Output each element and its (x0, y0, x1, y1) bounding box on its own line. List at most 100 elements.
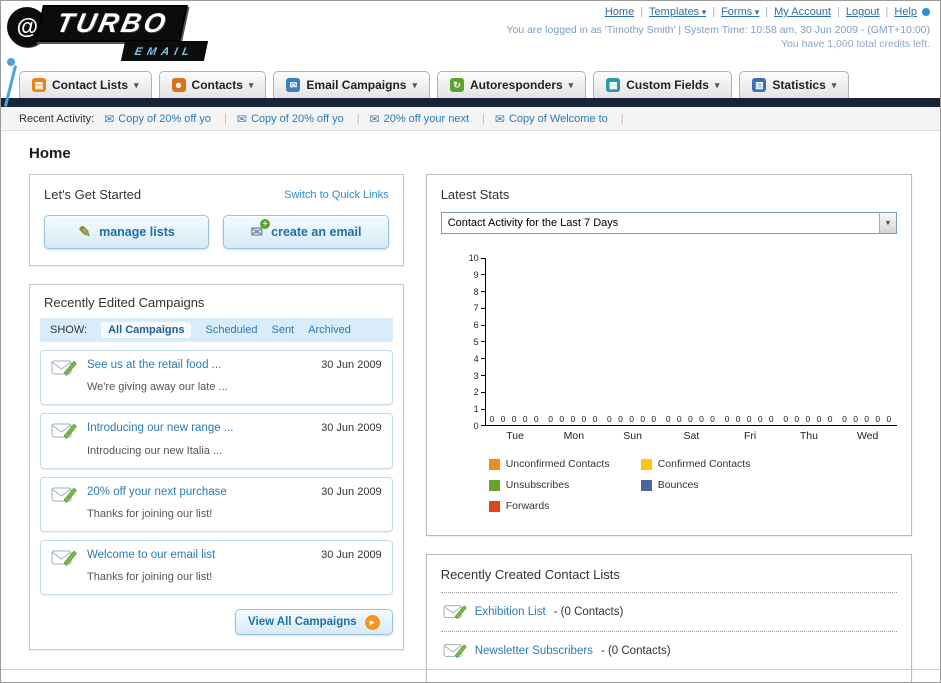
recent-activity-link[interactable]: Copy of 20% off yo (251, 113, 344, 125)
tab-statistics[interactable]: ▥ Statistics ▾ (739, 71, 850, 98)
recent-activity-item[interactable]: ✉ 20% off your next (370, 112, 485, 126)
create-email-button[interactable]: ✉ + create an email (223, 215, 389, 249)
tab-custom-fields[interactable]: ▦ Custom Fields ▾ (593, 71, 733, 98)
y-tick: 1 (474, 404, 485, 414)
tab-email-campaigns[interactable]: ✉ Email Campaigns ▾ (273, 71, 430, 98)
turbo-email-logo: @ TURBO EMAIL (5, 3, 255, 61)
pencil-icon: ✎ (78, 224, 92, 241)
top-nav-help[interactable]: Help (894, 6, 917, 18)
left-column: Let's Get Started Switch to Quick Links … (29, 174, 404, 650)
arrow-right-icon (364, 614, 380, 630)
campaign-list-item[interactable]: 20% off your next purchase Thanks for jo… (40, 476, 393, 532)
nav-separator: | (712, 6, 716, 18)
campaign-title-link[interactable]: See us at the retail food ... (87, 357, 311, 374)
top-nav-templates[interactable]: Templates (649, 6, 706, 18)
tab-autoresponders[interactable]: ↻ Autoresponders ▾ (436, 71, 587, 98)
campaign-list-item[interactable]: Introducing our new range ... Introducin… (40, 413, 393, 469)
filter-sent[interactable]: Sent (271, 324, 294, 336)
chevron-down-icon: ▾ (412, 79, 417, 90)
envelope-pencil-icon (51, 487, 77, 503)
filter-all-campaigns[interactable]: All Campaigns (101, 322, 192, 338)
envelope-pencil-icon (51, 550, 77, 566)
campaign-title-link[interactable]: 20% off your next purchase (87, 484, 311, 501)
campaign-subject: Introducing our new Italia ... (87, 444, 223, 457)
chart-value-group: 0 0 0 0 0 (842, 414, 894, 424)
recent-activity-link[interactable]: 20% off your next (384, 113, 469, 125)
credits-remaining-text: You have 1,000 total credits left. (780, 38, 930, 50)
y-tick: 2 (474, 387, 485, 397)
top-nav-logout[interactable]: Logout (846, 6, 880, 18)
y-tick: 7 (474, 303, 485, 313)
envelope-pencil-icon (443, 644, 467, 659)
campaign-title-link[interactable]: Welcome to our email list (87, 547, 311, 564)
legend-item: Forwards (488, 500, 641, 512)
contact-list-link[interactable]: Exhibition List (475, 606, 546, 618)
contact-list-item[interactable]: Newsletter Subscribers - (0 Contacts) (440, 631, 897, 670)
tab-contact-lists[interactable]: ▤ Contact Lists ▾ (19, 71, 152, 98)
recent-activity-item[interactable]: ✉ Copy of 20% off yo (237, 112, 360, 126)
y-tick: 8 (474, 287, 485, 297)
campaign-date: 30 Jun 2009 (321, 485, 382, 498)
campaigns-panel-title: Recently Edited Campaigns (44, 295, 205, 310)
tab-contacts[interactable]: ☻ Contacts ▾ (158, 71, 267, 98)
chart-legend: Unconfirmed Contacts Confirmed Contacts Un… (488, 458, 897, 521)
x-axis-label: Thu (799, 430, 818, 442)
view-all-campaigns-button[interactable]: View All Campaigns (235, 609, 393, 635)
recent-campaigns-panel: Recently Edited Campaigns SHOW: All Camp… (29, 284, 404, 650)
contact-list-link[interactable]: Newsletter Subscribers (475, 645, 593, 657)
campaign-subject: Thanks for joining our list! (87, 571, 213, 583)
button-label: manage lists (99, 225, 175, 239)
recent-activity-link[interactable]: Copy of Welcome to (509, 113, 608, 125)
envelope-icon: ✉ (369, 111, 380, 126)
selected-option-text: Contact Activity for the Last 7 Days (447, 217, 619, 229)
chart-plot: 0 0 0 0 0 0 0 0 0 0 0 0 0 0 0 0 0 0 0 0 0 0 … (484, 258, 897, 426)
contact-list-item[interactable]: Exhibition List - (0 Contacts) (440, 592, 897, 631)
contacts-icon: ☻ (171, 78, 186, 92)
chevron-down-icon: ▾ (831, 79, 837, 90)
x-axis-label: Sun (623, 430, 642, 442)
recent-activity-item[interactable]: ✉ Copy of Welcome to (495, 112, 624, 126)
manage-lists-button[interactable]: ✎ manage lists (44, 215, 210, 249)
statistics-icon: ▥ (752, 78, 767, 92)
recent-activity-link[interactable]: Copy of 20% off yo (118, 113, 211, 125)
campaign-title-link[interactable]: Introducing our new range ... (87, 420, 311, 437)
chevron-down-icon: ▾ (568, 79, 574, 90)
switch-quick-links-link[interactable]: Switch to Quick Links (284, 189, 389, 201)
tab-label: Contact Lists (52, 78, 129, 92)
latest-stats-title: Latest Stats (440, 187, 510, 202)
top-nav-forms[interactable]: Forms (721, 6, 759, 18)
button-label: create an email (271, 225, 362, 239)
y-tick: 9 (474, 270, 485, 280)
header: @ TURBO EMAIL Home | Templates | Forms | My… (1, 1, 940, 107)
envelope-pencil-icon (51, 423, 77, 440)
campaign-date: 30 Jun 2009 (321, 422, 382, 435)
footer-divider (1, 669, 940, 670)
stats-period-select[interactable]: Contact Activity for the Last 7 Days (440, 212, 897, 234)
page-title: Home (29, 145, 71, 162)
nav-divider-bar (1, 98, 940, 107)
campaign-subject: Thanks for joining our list! (87, 507, 213, 520)
legend-swatch (488, 500, 500, 512)
tab-label: Email Campaigns (306, 78, 407, 92)
y-tick: 4 (474, 354, 485, 364)
campaign-list-item[interactable]: See us at the retail food ... We're givi… (40, 350, 393, 406)
autoresponders-icon: ↻ (449, 78, 464, 92)
recent-activity-bar: Recent Activity: ✉ Copy of 20% off yo ✉ … (1, 107, 940, 131)
chart-value-group: 0 0 0 0 0 (665, 414, 717, 424)
campaign-list-item[interactable]: Welcome to our email list Thanks for joi… (40, 539, 393, 595)
show-label: SHOW: (50, 324, 88, 336)
nav-separator: | (640, 6, 644, 18)
main-nav: ▤ Contact Lists ▾ ☻ Contacts ▾ ✉ Email C… (1, 65, 940, 98)
filter-scheduled[interactable]: Scheduled (205, 324, 257, 336)
top-nav-home[interactable]: Home (605, 6, 634, 18)
filter-archived[interactable]: Archived (308, 324, 351, 336)
recent-contact-lists-panel: Recently Created Contact Lists Exhibitio… (425, 554, 912, 682)
envelope-pencil-icon (51, 360, 77, 376)
recent-activity-item[interactable]: ✉ Copy of 20% off yo (104, 112, 227, 126)
legend-item: Confirmed Contacts (640, 458, 793, 470)
chart-value-group: 0 0 0 0 0 (724, 414, 776, 424)
envelope-pencil-icon (443, 605, 467, 620)
app-window: @ TURBO EMAIL Home | Templates | Forms | My… (0, 0, 941, 683)
top-nav-my-account[interactable]: My Account (774, 6, 831, 18)
legend-item: Unconfirmed Contacts (488, 458, 641, 470)
